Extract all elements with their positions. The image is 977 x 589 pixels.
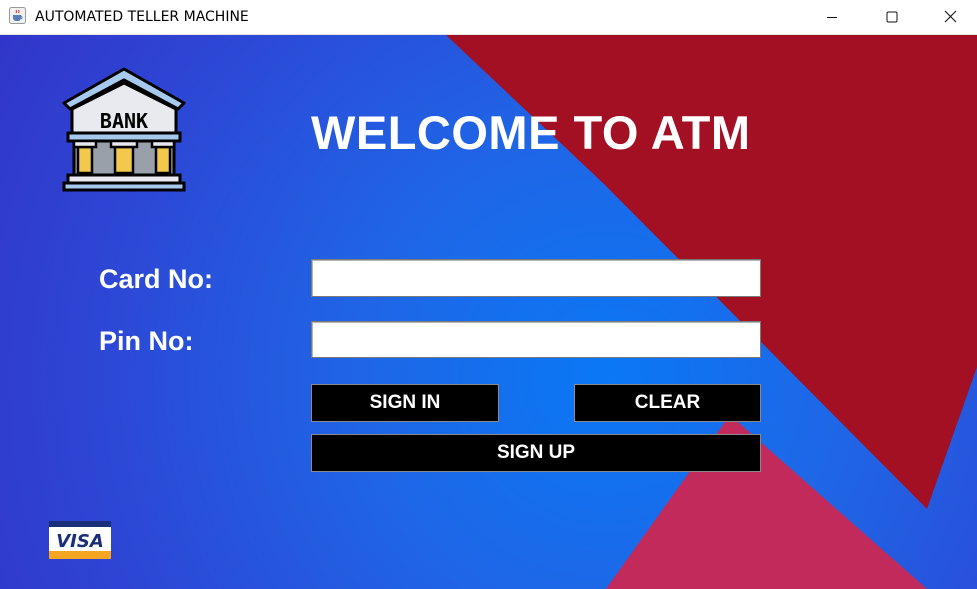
- minimize-icon: [827, 16, 837, 18]
- close-icon: [944, 10, 956, 23]
- welcome-heading: WELCOME TO ATM: [311, 106, 751, 159]
- card-number-label: Card No:: [99, 264, 213, 294]
- title-bar: AUTOMATED TELLER MACHINE: [0, 0, 977, 35]
- window-title: AUTOMATED TELLER MACHINE: [35, 9, 249, 25]
- maximize-button[interactable]: [869, 0, 915, 33]
- bank-building-icon: BANK: [62, 67, 186, 192]
- maximize-icon: [886, 11, 898, 22]
- bank-logo-text: BANK: [100, 109, 148, 133]
- sign-up-button[interactable]: SIGN UP: [311, 434, 761, 472]
- pin-number-input[interactable]: [311, 321, 761, 358]
- visa-logo-text: VISA: [56, 531, 104, 552]
- visa-card-icon: VISA: [49, 521, 111, 559]
- minimize-button[interactable]: [809, 0, 855, 33]
- atm-window: AUTOMATED TELLER MACHINE BANK WELCOME TO…: [0, 0, 977, 589]
- clear-button[interactable]: CLEAR: [574, 384, 761, 422]
- java-cup-icon: [9, 7, 26, 24]
- pin-number-label: Pin No:: [99, 326, 194, 356]
- card-number-input[interactable]: [311, 259, 761, 297]
- sign-in-button[interactable]: SIGN IN: [311, 384, 499, 422]
- atm-panel: BANK WELCOME TO ATM Card No: Pin No: SIG…: [0, 35, 977, 589]
- close-button[interactable]: [927, 0, 973, 33]
